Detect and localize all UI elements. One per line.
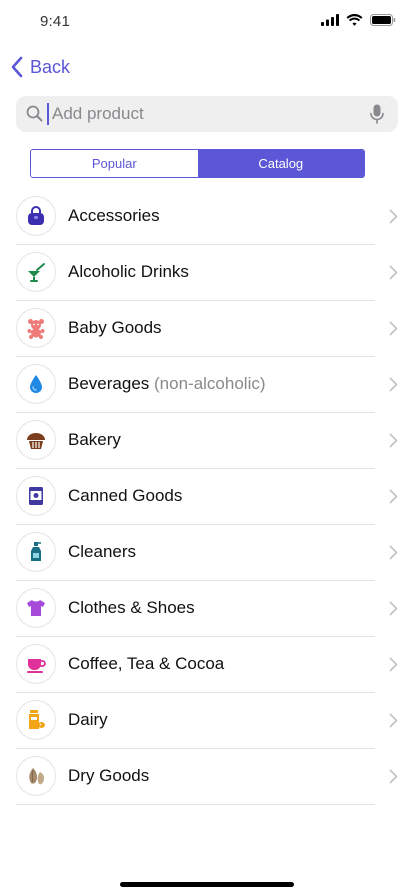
category-label: Alcoholic Drinks: [68, 262, 189, 281]
category-icon-circle: [16, 308, 56, 348]
category-row-canned-goods[interactable]: Canned Goods: [0, 469, 414, 525]
back-label: Back: [30, 56, 71, 77]
text-cursor: [47, 103, 49, 125]
muffin-icon: [27, 433, 45, 449]
chevron-right-icon: [389, 377, 398, 392]
chevron-right-icon: [389, 713, 398, 728]
category-label: Dry Goods: [68, 766, 150, 785]
category-icon-circle: [16, 532, 56, 572]
category-row-baby-goods[interactable]: Baby Goods: [0, 301, 414, 357]
chevron-left-icon: [11, 56, 23, 78]
category-row-dry-goods[interactable]: Dry Goods: [0, 749, 414, 805]
category-list: Accessories Alcoholic Drinks Baby Goods …: [0, 189, 414, 805]
category-row-dairy[interactable]: Dairy: [0, 693, 414, 749]
handbag-icon: [28, 206, 44, 225]
battery-icon: [370, 14, 396, 26]
category-row-bakery[interactable]: Bakery: [0, 413, 414, 469]
category-row-clothes-shoes[interactable]: Clothes & Shoes: [0, 581, 414, 637]
category-icon-circle: [16, 644, 56, 684]
seeds-icon: [29, 768, 44, 785]
search-icon: [26, 105, 43, 122]
chevron-right-icon: [389, 657, 398, 672]
microphone-icon[interactable]: [370, 104, 384, 124]
category-icon-circle: [16, 700, 56, 740]
can-icon: [29, 487, 43, 505]
teddy-bear-icon: [27, 319, 45, 339]
status-bar: 9:41: [0, 0, 414, 44]
wifi-icon: [346, 14, 363, 26]
category-icon-circle: [16, 420, 56, 460]
search-input[interactable]: [52, 96, 362, 132]
segmented-control: Popular Catalog: [30, 149, 365, 178]
category-label: Accessories: [68, 206, 160, 225]
chevron-right-icon: [389, 433, 398, 448]
back-button[interactable]: Back: [10, 55, 70, 79]
category-row-alcoholic-drinks[interactable]: Alcoholic Drinks: [0, 245, 414, 301]
category-row-cleaners[interactable]: Cleaners: [0, 525, 414, 581]
chevron-right-icon: [389, 265, 398, 280]
category-label: Beverages (non-alcoholic): [68, 374, 266, 393]
cellular-signal-icon: [321, 14, 339, 26]
chevron-right-icon: [389, 321, 398, 336]
spray-bottle-icon: [31, 542, 41, 561]
tab-popular[interactable]: Popular: [31, 150, 198, 177]
milk-box-icon: [29, 710, 45, 729]
category-icon-circle: [16, 252, 56, 292]
category-label: Clothes & Shoes: [68, 598, 195, 617]
tshirt-icon: [27, 600, 45, 616]
chevron-right-icon: [389, 545, 398, 560]
category-label: Bakery: [68, 430, 121, 449]
category-label: Cleaners: [68, 542, 137, 561]
water-drop-icon: [30, 375, 42, 393]
category-label: Coffee, Tea & Cocoa: [68, 654, 225, 673]
chevron-right-icon: [389, 769, 398, 784]
category-icon-circle: [16, 588, 56, 628]
category-label: Canned Goods: [68, 486, 183, 505]
cocktail-icon: [28, 263, 45, 282]
chevron-right-icon: [389, 209, 398, 224]
tab-catalog[interactable]: Catalog: [197, 150, 364, 177]
category-icon-circle: [16, 756, 56, 796]
cup-icon: [27, 659, 46, 673]
home-indicator[interactable]: [120, 882, 294, 887]
category-row-coffee-tea-cocoa[interactable]: Coffee, Tea & Cocoa: [0, 637, 414, 693]
category-label: Dairy: [68, 710, 108, 729]
category-label: Baby Goods: [68, 318, 162, 337]
category-row-accessories[interactable]: Accessories: [0, 189, 414, 245]
chevron-right-icon: [389, 601, 398, 616]
category-icon-circle: [16, 476, 56, 516]
chevron-right-icon: [389, 489, 398, 504]
status-icons: [321, 14, 396, 26]
category-icon-circle: [16, 196, 56, 236]
category-row-beverages[interactable]: Beverages (non-alcoholic): [0, 357, 414, 413]
category-sublabel: (non-alcoholic): [154, 374, 266, 393]
category-icon-circle: [16, 364, 56, 404]
status-time: 9:41: [40, 13, 70, 30]
search-bar[interactable]: [16, 96, 398, 132]
